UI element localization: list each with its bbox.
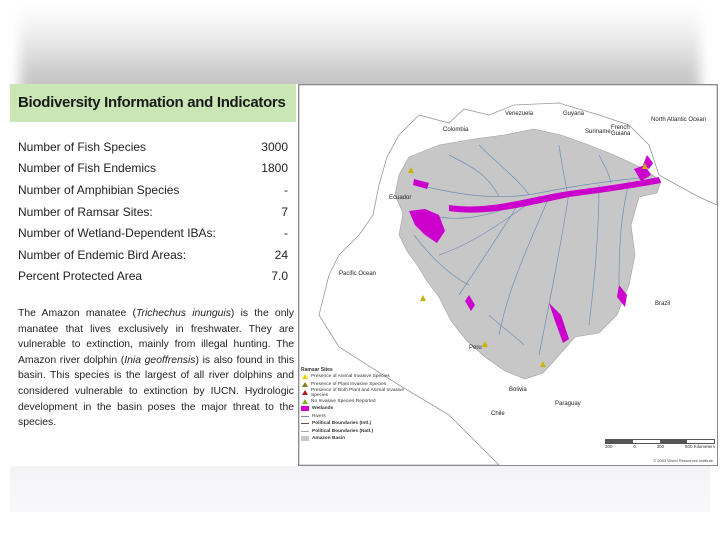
label-guyana: Guyana — [563, 111, 585, 117]
legend-label: Wetlands — [312, 406, 334, 412]
stat-value: 7.0 — [271, 269, 288, 284]
stat-value: 3000 — [261, 139, 288, 154]
legend-row: No Invasive Species Reported — [301, 398, 409, 405]
scale-tick: 300 — [605, 444, 613, 449]
legend-row: Wetlands — [301, 405, 409, 412]
label-colombia: Colombia — [443, 127, 469, 133]
label-chile: Chile — [491, 411, 505, 417]
stat-label: Number of Fish Species — [18, 139, 147, 154]
legend-row: Rivers — [301, 413, 409, 420]
label-peru: Peru — [469, 345, 482, 351]
label-ecuador: Ecuador — [389, 195, 412, 201]
scale-ticks: 300 0 300 600 Kilometers — [605, 444, 715, 449]
label-bolivia: Bolivia — [509, 387, 527, 393]
legend-row: Presence of Animal Invasive Species — [301, 373, 409, 380]
legend-label: Amazon Basin — [312, 435, 346, 441]
wetlands-swatch — [301, 406, 309, 412]
stat-row: Number of Fish Endemics 1800 — [18, 158, 290, 180]
legend-label: Political Boundaries (Natl.) — [312, 428, 374, 434]
label-brazil: Brazil — [655, 301, 671, 307]
label-pacific: Pacific Ocean — [339, 271, 377, 277]
stat-value: 7 — [281, 204, 288, 219]
legend-row: Presence of Plant Invasive Species — [301, 380, 409, 387]
panel-heading-text: Biodiversity Information and Indicators — [18, 94, 286, 111]
stat-row: Number of Ramsar Sites: 7 — [18, 201, 290, 223]
rivers-swatch — [301, 415, 309, 417]
stat-label: Number of Fish Endemics — [18, 161, 157, 176]
info-panel: Biodiversity Information and Indicators … — [10, 84, 296, 466]
scale-tick: 600 Kilometers — [684, 444, 715, 449]
map-credit: © 2003 World Resources Institute — [653, 458, 713, 463]
legend-row: Presence of Both Plant and Animal Invasi… — [301, 388, 409, 398]
triangle-icon — [302, 381, 308, 387]
para-text: The Amazon manatee ( — [18, 308, 136, 319]
legend-row: Amazon Basin — [301, 435, 409, 442]
natl-boundary-swatch — [301, 430, 309, 432]
triangle-icon — [302, 398, 308, 404]
legend-label: Presence of Both Plant and Animal Invasi… — [311, 387, 405, 398]
stat-row: Number of Fish Species 3000 — [18, 136, 290, 158]
scale-tick: 300 — [656, 444, 665, 449]
stat-label: Number of Amphibian Species — [18, 182, 180, 197]
legend-label: Political Boundaries (Intl.) — [312, 421, 372, 427]
amazon-basin-area — [394, 128, 662, 380]
scale-bar: 300 0 300 600 Kilometers — [605, 439, 715, 449]
scale-tick: 0 — [633, 444, 636, 449]
panel-heading: Biodiversity Information and Indicators — [10, 84, 296, 122]
legend-label: Presence of Animal Invasive Species — [311, 374, 390, 380]
bottom-band — [10, 466, 710, 512]
legend-label: Presence of Plant Invasive Species — [311, 381, 387, 387]
label-suriname: Suriname — [585, 129, 611, 135]
stat-row: Percent Protected Area 7.0 — [18, 266, 290, 288]
stat-label: Number of Endemic Bird Areas: — [18, 247, 187, 262]
stat-value: 24 — [274, 247, 288, 262]
label-north-atlantic: North Atlantic Ocean — [651, 117, 707, 123]
scientific-name: Trichechus inunguis — [135, 308, 231, 319]
slide: Biodiversity Information and Indicators … — [10, 84, 718, 466]
stat-label: Number of Wetland-Dependent IBAs: — [18, 226, 216, 241]
stat-row: Number of Endemic Bird Areas: 24 — [18, 244, 290, 266]
amazon-basin-map: Venezuela Guyana Suriname French Guiana … — [298, 84, 718, 466]
triangle-icon — [302, 390, 308, 396]
stat-label: Number of Ramsar Sites: — [18, 204, 153, 219]
label-paraguay: Paraguay — [555, 401, 581, 407]
stat-row: Number of Wetland-Dependent IBAs: - — [18, 222, 290, 244]
stats-list: Number of Fish Species 3000 Number of Fis… — [18, 136, 290, 287]
map-legend: Ramsar Sites Presence of Animal Invasive… — [301, 367, 409, 442]
triangle-icon — [302, 374, 308, 380]
stat-value: - — [284, 226, 288, 241]
legend-label: Rivers — [312, 413, 326, 419]
scientific-name: Inia geoffrensis — [124, 354, 196, 366]
legend-row: Political Boundaries (Intl.) — [301, 420, 409, 427]
description-paragraph: The Amazon manatee (Trichechus inunguis)… — [18, 306, 294, 431]
basin-swatch — [301, 435, 309, 441]
stat-row: Number of Amphibian Species - — [18, 179, 290, 201]
legend-label: No Invasive Species Reported — [311, 398, 376, 404]
label-venezuela: Venezuela — [505, 111, 534, 117]
stat-value: - — [284, 182, 288, 197]
stat-label: Percent Protected Area — [18, 269, 143, 284]
intl-boundary-swatch — [301, 423, 309, 425]
label-french-guiana: French Guiana — [611, 125, 631, 137]
legend-row: Political Boundaries (Natl.) — [301, 427, 409, 434]
stat-value: 1800 — [261, 161, 288, 176]
